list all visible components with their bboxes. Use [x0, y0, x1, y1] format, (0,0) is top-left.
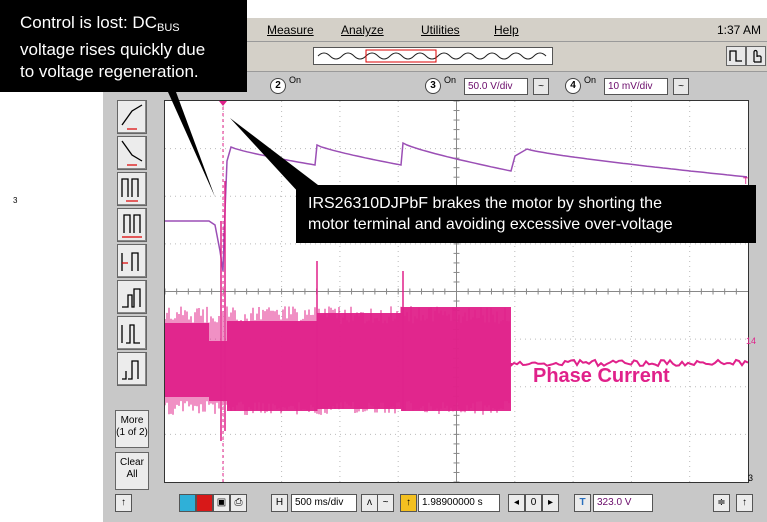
pulse-width-icon[interactable]	[117, 172, 147, 206]
overview-waveform	[314, 48, 552, 64]
timebase-up-icon[interactable]: ~	[377, 494, 394, 512]
channel-4-scale-stepper[interactable]: ~	[673, 78, 689, 95]
pulse-mode-icon[interactable]	[726, 46, 746, 66]
timebase-bar: ↑ ▣ ⎙ H 500 ms/div ʌ ~ ↑ 1.98900000 s ◂ …	[153, 486, 767, 522]
trigger-up-icon[interactable]: ↑	[736, 494, 753, 512]
clear-all-button[interactable]: Clear All	[115, 452, 149, 490]
trigger-level-stepper[interactable]: ≑	[713, 494, 730, 512]
position-left-icon[interactable]: ◂	[508, 494, 525, 512]
setup-hold-icon[interactable]	[117, 244, 147, 278]
callout-dc-text: Control is lost: DC	[20, 13, 157, 32]
menu-help[interactable]: Help	[494, 23, 519, 37]
print-icon[interactable]: ⎙	[230, 494, 247, 512]
hand-pointer-icon[interactable]	[746, 46, 766, 66]
trigger-sidebar: More (1 of 2) Clear All	[103, 100, 153, 500]
position-arrow-icon[interactable]: ↑	[400, 494, 417, 512]
waveform-display[interactable]	[164, 100, 749, 483]
channel-2-number[interactable]: 2	[270, 78, 286, 94]
timebase-down-icon[interactable]: ʌ	[361, 494, 378, 512]
brake-line-1: IRS26310DJPbF brakes the motor by shorti…	[308, 193, 756, 214]
channel-3-on[interactable]: On	[444, 76, 456, 85]
more-button[interactable]: More (1 of 2)	[115, 410, 149, 448]
clear-label: Clear	[116, 457, 148, 469]
callout-line-3: to voltage regeneration.	[20, 61, 247, 83]
oscilloscope-window: p Measure Analyze Utilities Help 1:37 AM…	[103, 18, 767, 522]
runt-icon[interactable]	[117, 280, 147, 314]
timeout-icon[interactable]	[117, 316, 147, 350]
up-arrow-icon[interactable]: ↑	[115, 494, 132, 512]
falling-edge-icon[interactable]	[117, 136, 147, 170]
record-overview[interactable]	[313, 47, 553, 65]
pulse-period-icon[interactable]	[117, 208, 147, 242]
timebase-field[interactable]: 500 ms/div	[291, 494, 357, 512]
channel-3-scale-stepper[interactable]: ~	[533, 78, 549, 95]
channel-4-number[interactable]: 4	[565, 78, 581, 94]
trigger-level-field[interactable]: 323.0 V	[593, 494, 653, 512]
channel-4-on[interactable]: On	[584, 76, 596, 85]
channel-3-number[interactable]: 3	[425, 78, 441, 94]
more-label: More	[116, 415, 148, 427]
menu-measure[interactable]: Measure	[267, 23, 314, 37]
channel-4-ground-marker: 14	[746, 336, 756, 346]
stop-icon[interactable]	[196, 494, 213, 512]
rising-edge-icon[interactable]	[117, 100, 147, 134]
menu-utilities[interactable]: Utilities	[421, 23, 460, 37]
trigger-t-icon[interactable]: T	[574, 494, 591, 512]
glitch-icon[interactable]	[117, 352, 147, 386]
clock: 1:37 AM	[717, 23, 761, 37]
run-icon[interactable]	[179, 494, 196, 512]
brake-line-2: motor terminal and avoiding excessive ov…	[308, 214, 756, 235]
camera-icon[interactable]: ▣	[213, 494, 230, 512]
all-label: All	[116, 469, 148, 481]
position-zero-icon[interactable]: 0	[525, 494, 542, 512]
channel-3-ground-marker: 3	[748, 473, 753, 483]
horizontal-h-icon[interactable]: H	[271, 494, 288, 512]
position-field[interactable]: 1.98900000 s	[418, 494, 500, 512]
waveform-graticule	[165, 101, 748, 482]
channel-2-on[interactable]: On	[289, 76, 301, 85]
brake-callout: IRS26310DJPbF brakes the motor by shorti…	[296, 185, 756, 243]
more-page-label: (1 of 2)	[116, 427, 148, 439]
phase-current-noise	[165, 306, 509, 415]
menu-analyze[interactable]: Analyze	[341, 23, 384, 37]
trigger-position-marker	[219, 101, 227, 106]
phase-current-label: Phase Current	[533, 365, 670, 388]
stray-channel-label: 3	[13, 196, 17, 205]
callout-line-2: voltage rises quickly due	[20, 39, 247, 61]
callout-bus-subscript: BUS	[157, 22, 180, 34]
channel-3-scale[interactable]: 50.0 V/div	[464, 78, 528, 95]
channel-4-scale[interactable]: 10 mV/div	[604, 78, 668, 95]
control-lost-callout: Control is lost: DCBUS voltage rises qui…	[0, 0, 247, 92]
position-right-icon[interactable]: ▸	[542, 494, 559, 512]
